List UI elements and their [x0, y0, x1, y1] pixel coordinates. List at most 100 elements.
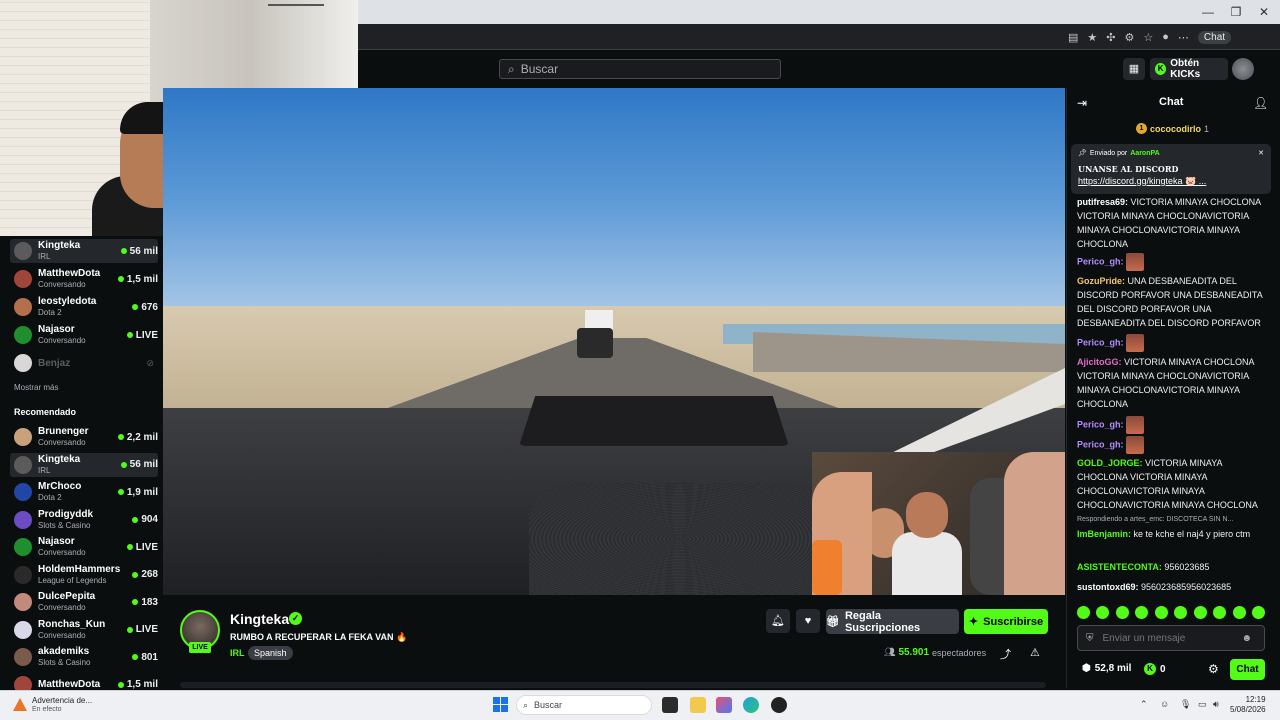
pinned-message[interactable]: 📌︎ Enviado por AaronPA ✕ UNANSE AL DISCO… [1071, 144, 1271, 194]
close-icon[interactable]: ✕ [1256, 4, 1272, 20]
chat-input[interactable]: ⛨ ☻ [1077, 625, 1265, 651]
emote-icon[interactable] [1251, 606, 1265, 619]
sidebar-channel[interactable]: Kingteka IRL 56 mil [10, 239, 158, 263]
task-view-icon[interactable] [662, 697, 678, 713]
scrollbar[interactable] [180, 682, 1046, 688]
users-icon[interactable]: 👤︎ [1253, 96, 1268, 110]
favorites-icon[interactable]: ☆ [1143, 31, 1153, 44]
file-explorer-icon[interactable] [690, 697, 706, 713]
chat-chip[interactable]: Chat [1197, 30, 1232, 44]
subscribe-button[interactable]: ✦ Suscribirse [964, 609, 1048, 634]
chat-username[interactable]: GOLD_JORGE: [1077, 458, 1143, 468]
maximize-icon[interactable]: ❐ [1228, 4, 1244, 20]
chat-username[interactable]: sustontoxd69: [1077, 582, 1139, 592]
reader-icon[interactable]: ▤ [1068, 31, 1078, 44]
sidebar-channel[interactable]: akademiks Slots & Casino 801 [10, 645, 158, 669]
sidebar-channel[interactable]: HoldemHammers League of Legends 268 [10, 563, 158, 587]
recommended-heading: Recomendado [14, 407, 77, 417]
microphone-icon[interactable]: 🎙︎ [1180, 699, 1191, 710]
gift-leaderboard[interactable]: 1 cococodirlo 1 [1136, 123, 1209, 134]
sidebar-channel[interactable]: Najasor Conversando LIVE [10, 323, 158, 347]
channel-avatar [14, 620, 32, 639]
system-clock[interactable]: 12:19 5/08/2026 [1230, 695, 1266, 715]
bell-icon[interactable]: 🔔︎ [766, 609, 790, 633]
library-icon[interactable]: ▦ [1123, 58, 1145, 80]
star-icon[interactable]: ★ [1087, 31, 1097, 44]
sidebar-channel[interactable]: Kingteka IRL 56 mil [10, 452, 158, 477]
volume-icon[interactable]: 🔊︎ [1213, 699, 1219, 710]
profile-icon[interactable]: ● [1162, 31, 1169, 43]
emote-icon[interactable] [1135, 606, 1149, 619]
sidebar-channel[interactable]: leostyledota Dota 2 676 [10, 295, 158, 319]
settings-icon[interactable]: ⚙ [1125, 31, 1135, 44]
extension-icon[interactable]: ✣ [1106, 31, 1115, 44]
emote-icon[interactable] [1115, 606, 1129, 619]
kick-points[interactable]: K 0 [1144, 663, 1166, 675]
pinned-link[interactable]: https://discord.gg/kingteka 🐷 ... [1078, 176, 1264, 187]
viewer-count: 904 [141, 514, 158, 525]
streamer-name[interactable]: Kingteka [230, 611, 289, 627]
sidebar-channel[interactable]: Benjaz ⊘ [10, 351, 158, 375]
emote-icon[interactable] [1174, 606, 1188, 619]
chat-username[interactable]: putifresa69: [1077, 197, 1128, 207]
sidebar-channel[interactable]: Najasor Conversando LIVE [10, 535, 158, 559]
sidebar-channel[interactable]: Ronchas_Kun Conversando LIVE [10, 618, 158, 642]
report-icon[interactable]: ⚠ [1030, 646, 1040, 659]
more-icon[interactable]: ⋯ [1178, 31, 1189, 44]
chat-username[interactable]: AjicitoGG: [1077, 357, 1122, 367]
emote-icon[interactable] [1096, 606, 1110, 619]
emote-icon[interactable] [1193, 606, 1207, 619]
share-icon[interactable]: ⤴ [1000, 646, 1011, 662]
warning-title[interactable]: Advertencia de... [32, 696, 92, 705]
channel-category: League of Legends [38, 575, 107, 585]
user-avatar[interactable] [1232, 58, 1254, 80]
taskbar-search[interactable]: ⌕ Buscar [516, 695, 652, 715]
chat-message-field[interactable] [1102, 632, 1233, 644]
display-icon[interactable]: ▭ [1198, 699, 1207, 710]
minimize-icon[interactable]: — [1200, 4, 1216, 20]
chat-username[interactable]: Perico_gh: [1077, 256, 1124, 266]
sidebar-channel[interactable]: Brunenger Conversando 2,2 mil [10, 425, 158, 449]
sidebar-channel[interactable]: MrChoco Dota 2 1,9 mil [10, 480, 158, 504]
chat-username[interactable]: ASISTENTECONTA: [1077, 562, 1162, 572]
unpin-icon[interactable]: ✕ [1258, 149, 1264, 157]
gift-subs-button[interactable]: 🎁︎ Regala Suscripciones [826, 609, 959, 634]
channel-viewers: LIVE [126, 542, 158, 553]
channel-name: Kingteka [38, 453, 81, 465]
leader-name: cococodirlo [1150, 123, 1202, 134]
chat-username[interactable]: Perico_gh: [1077, 337, 1124, 347]
chevron-up-icon[interactable]: ⌃ [1140, 699, 1148, 710]
chat-username[interactable]: ImBenjamin: [1077, 529, 1131, 539]
sidebar-channel[interactable]: MatthewDota Conversando 1,5 mil [10, 267, 158, 291]
sidebar-channel[interactable]: DulcePepita Conversando 183 [10, 590, 158, 614]
show-more-link[interactable]: Mostrar más [14, 383, 58, 392]
emote-icon[interactable] [1154, 606, 1168, 619]
chat-username[interactable]: GozuPride: [1077, 276, 1125, 286]
channel-points[interactable]: ⬢ 52,8 mil [1082, 663, 1131, 674]
emote-icon[interactable] [1077, 606, 1090, 619]
emote-icon[interactable] [1232, 606, 1246, 619]
get-kicks-button[interactable]: K Obtén KICKs [1150, 58, 1228, 80]
chat-send-button[interactable]: Chat [1230, 659, 1265, 680]
emoji-icon[interactable]: ☻ [1242, 633, 1253, 644]
copilot-icon[interactable] [716, 697, 732, 713]
category-link[interactable]: IRL [230, 648, 245, 658]
sidebar-channel[interactable]: Prodigyddk Slots & Casino 904 [10, 508, 158, 532]
chat-username[interactable]: Perico_gh: [1077, 419, 1124, 429]
chat-message: putifresa69: VICTORIA MINAYA CHOCLONA VI… [1077, 195, 1267, 251]
chrome-icon[interactable] [771, 697, 787, 713]
channel-text: leostyledota Dota 2 [38, 296, 132, 318]
edge-icon[interactable] [743, 697, 759, 713]
heart-icon[interactable]: ♥ [796, 609, 820, 633]
language-tag[interactable]: Spanish [248, 646, 293, 660]
channel-avatar [14, 326, 32, 344]
chat-message: ImBenjamin: ke te kche el naj4 y piero c… [1077, 527, 1267, 541]
chat-username[interactable]: Perico_gh: [1077, 439, 1124, 449]
collapse-chat-icon[interactable]: ⇥ [1077, 96, 1087, 110]
start-icon[interactable] [493, 697, 508, 712]
search-input[interactable]: ⌕ Buscar [499, 59, 781, 79]
clock-time: 12:19 [1245, 695, 1266, 704]
gear-icon[interactable]: ⚙ [1208, 662, 1219, 676]
people-icon[interactable]: ☺ [1160, 699, 1169, 709]
emote-icon[interactable] [1213, 606, 1227, 619]
